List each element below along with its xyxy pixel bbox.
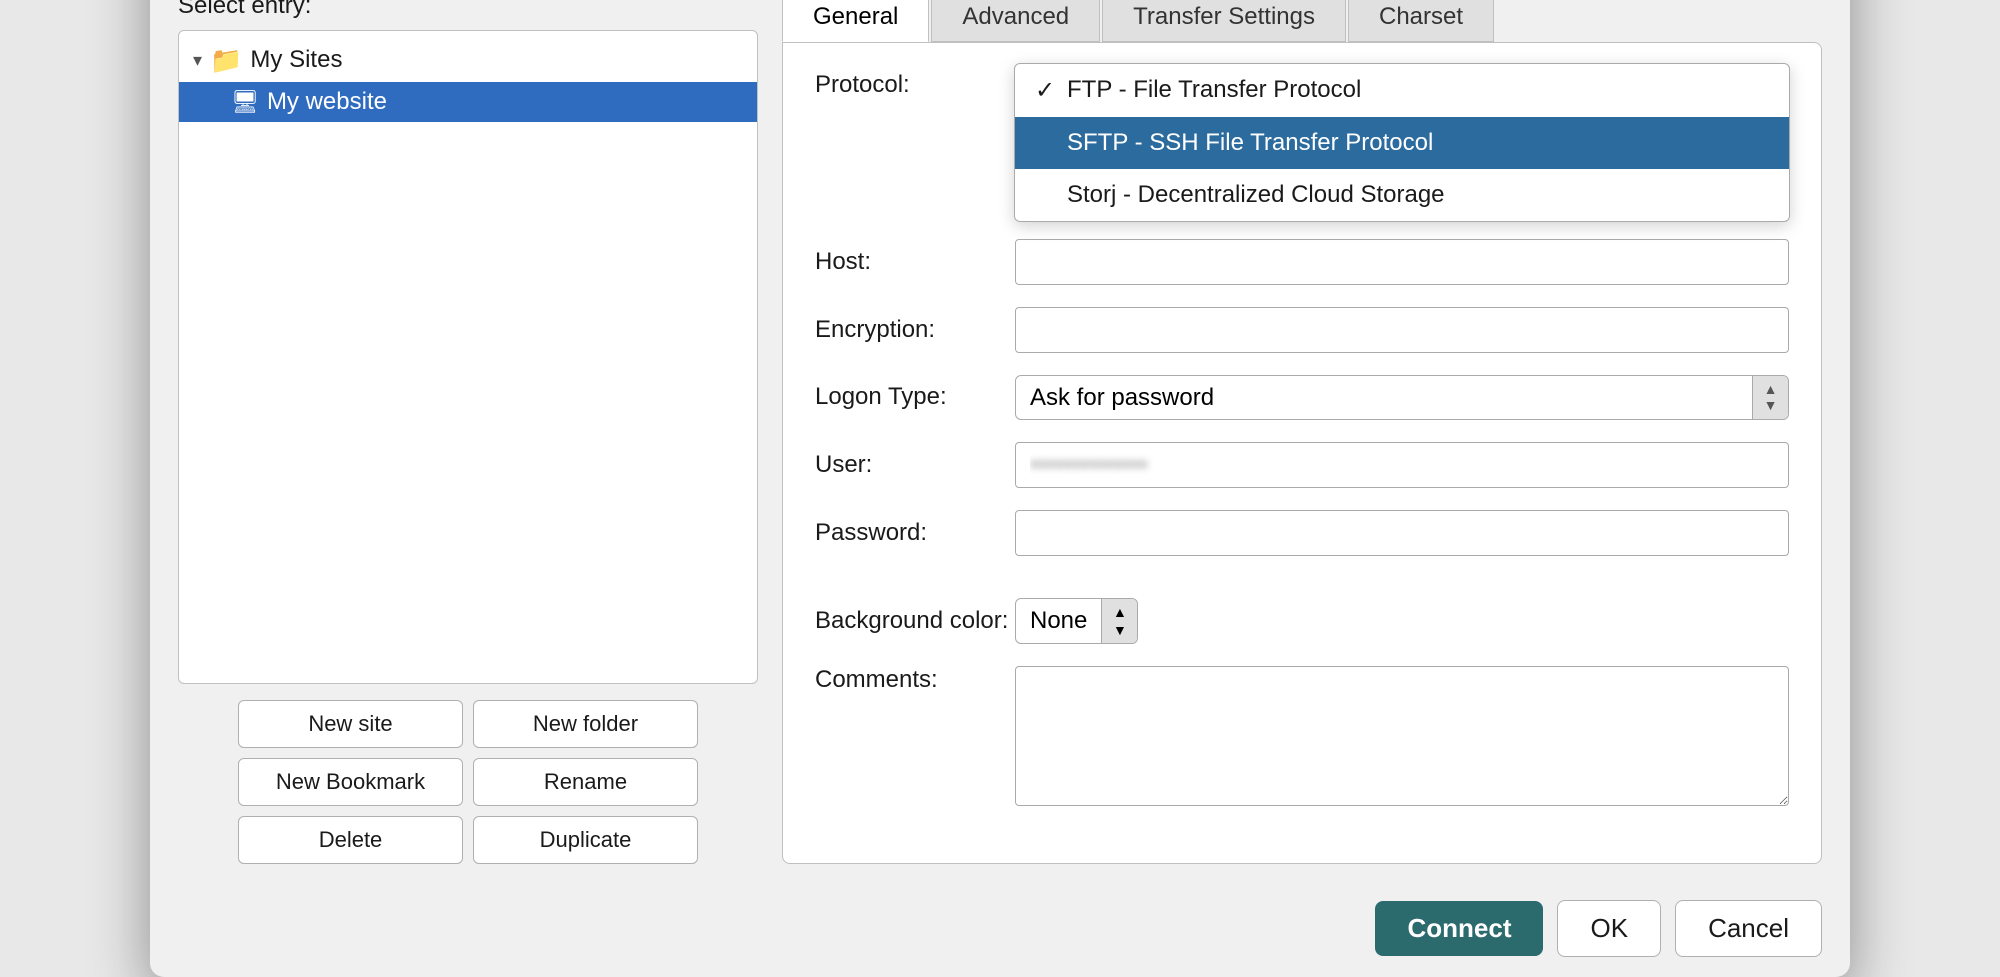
tabs-row: General Advanced Transfer Settings Chars… (782, 0, 1822, 42)
host-control (1015, 239, 1789, 285)
cancel-button[interactable]: Cancel (1675, 900, 1822, 957)
comments-textarea[interactable] (1015, 666, 1789, 806)
protocol-row: Protocol: ✓ FTP - File Transfer Protocol… (815, 71, 1789, 99)
folder-icon: 📁 (210, 45, 242, 76)
connect-button[interactable]: Connect (1375, 901, 1543, 956)
host-input[interactable] (1015, 239, 1789, 285)
comments-control (1015, 666, 1789, 813)
bottom-bar: Connect OK Cancel (150, 884, 1850, 977)
logon-type-row: Logon Type: Ask for password Normal Anon… (815, 375, 1789, 420)
protocol-storj-label: Storj - Decentralized Cloud Storage (1067, 181, 1445, 209)
password-input[interactable] (1015, 510, 1789, 556)
bg-color-row: Background color: None ▲ ▼ (815, 598, 1789, 644)
action-buttons: New site New folder New Bookmark Rename … (178, 700, 758, 864)
delete-button[interactable]: Delete (238, 816, 463, 864)
logon-type-select[interactable]: Ask for password Normal Anonymous Intera… (1016, 376, 1752, 419)
comments-label: Comments: (815, 666, 1015, 694)
bg-spinner-up-icon: ▲ (1113, 604, 1127, 620)
host-row: Host: (815, 239, 1789, 285)
logon-type-label: Logon Type: (815, 383, 1015, 411)
ok-button[interactable]: OK (1557, 900, 1661, 957)
protocol-option-sftp[interactable]: SFTP - SSH File Transfer Protocol (1015, 117, 1789, 169)
protocol-dropdown[interactable]: ✓ FTP - File Transfer Protocol SFTP - SS… (1014, 63, 1790, 222)
select-entry-label: Select entry: (178, 0, 758, 20)
sftp-checkmark (1035, 129, 1059, 157)
bg-color-spinner[interactable]: ▲ ▼ (1101, 599, 1137, 643)
duplicate-button[interactable]: Duplicate (473, 816, 698, 864)
tab-advanced[interactable]: Advanced (931, 0, 1100, 42)
protocol-option-ftp[interactable]: ✓ FTP - File Transfer Protocol (1015, 64, 1789, 117)
protocol-sftp-label: SFTP - SSH File Transfer Protocol (1067, 129, 1433, 157)
protocol-label: Protocol: (815, 71, 1015, 99)
folder-name: My Sites (250, 46, 342, 74)
folder-arrow: ▾ (193, 50, 202, 71)
folder-row[interactable]: ▾ 📁 My Sites (179, 39, 757, 82)
encryption-input[interactable] (1015, 307, 1789, 353)
logon-spinner[interactable]: ▲ ▼ (1752, 376, 1788, 419)
ftp-checkmark: ✓ (1035, 76, 1059, 105)
user-label: User: (815, 451, 1015, 479)
bg-color-value: None (1016, 599, 1101, 643)
tab-transfer-settings[interactable]: Transfer Settings (1102, 0, 1346, 42)
password-label: Password: (815, 519, 1015, 547)
protocol-option-storj[interactable]: Storj - Decentralized Cloud Storage (1015, 169, 1789, 221)
left-panel: Select entry: ▾ 📁 My Sites 🖥 My website … (178, 0, 758, 864)
new-bookmark-button[interactable]: New Bookmark (238, 758, 463, 806)
bg-color-control: None ▲ ▼ (1015, 598, 1138, 644)
logon-type-control: Ask for password Normal Anonymous Intera… (1015, 375, 1789, 420)
encryption-row: Encryption: (815, 307, 1789, 353)
new-site-button[interactable]: New site (238, 700, 463, 748)
encryption-label: Encryption: (815, 316, 1015, 344)
spinner-up-icon: ▲ (1764, 382, 1778, 396)
password-control (1015, 510, 1789, 556)
site-item[interactable]: 🖥 My website (179, 82, 757, 122)
site-manager-window: Site Manager Select entry: ▾ 📁 My Sites … (150, 0, 1850, 977)
rename-button[interactable]: Rename (473, 758, 698, 806)
main-content: Select entry: ▾ 📁 My Sites 🖥 My website … (150, 0, 1850, 884)
encryption-control (1015, 307, 1789, 353)
user-control (1015, 442, 1789, 488)
site-icon: 🖥 (231, 89, 259, 115)
bg-color-label: Background color: (815, 607, 1015, 635)
form-panel: Protocol: ✓ FTP - File Transfer Protocol… (782, 42, 1822, 864)
protocol-ftp-label: FTP - File Transfer Protocol (1067, 76, 1361, 104)
user-row: User: (815, 442, 1789, 488)
host-label: Host: (815, 248, 1015, 276)
new-folder-button[interactable]: New folder (473, 700, 698, 748)
right-panel: General Advanced Transfer Settings Chars… (782, 0, 1822, 864)
tab-charset[interactable]: Charset (1348, 0, 1494, 42)
tab-general[interactable]: General (782, 0, 929, 42)
bg-spinner-down-icon: ▼ (1113, 622, 1127, 638)
logon-select-wrapper: Ask for password Normal Anonymous Intera… (1015, 375, 1789, 420)
spinner-down-icon: ▼ (1764, 398, 1778, 412)
password-row: Password: (815, 510, 1789, 556)
tree-view: ▾ 📁 My Sites 🖥 My website (178, 30, 758, 684)
comments-row: Comments: (815, 666, 1789, 813)
storj-checkmark (1035, 181, 1059, 209)
site-name: My website (267, 88, 387, 116)
user-input[interactable] (1015, 442, 1789, 488)
